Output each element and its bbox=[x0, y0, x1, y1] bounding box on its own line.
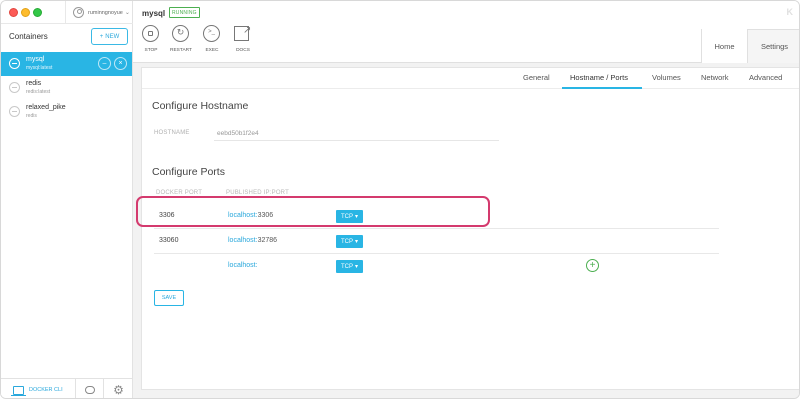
tab-home[interactable]: Home bbox=[701, 29, 747, 63]
protocol-dropdown[interactable]: TCP ▾ bbox=[336, 235, 364, 248]
container-status-icon bbox=[9, 82, 20, 93]
close-window-button[interactable] bbox=[9, 8, 18, 17]
port-row: 33060 localhost:32786 TCP ▾ bbox=[154, 229, 719, 254]
settings-subtabs: General Hostname / Ports Volumes Network… bbox=[142, 68, 799, 89]
container-item-relaxed-pike[interactable]: relaxed_pike redis bbox=[1, 100, 132, 124]
user-icon bbox=[73, 7, 84, 18]
tab-settings[interactable]: Settings bbox=[747, 29, 799, 63]
container-name: redis bbox=[26, 80, 42, 87]
titlebar: ruminngnoyue ⌄ bbox=[1, 1, 133, 24]
protocol-dropdown[interactable]: TCP ▾ bbox=[336, 260, 364, 273]
protocol-dropdown[interactable]: TCP ▾ bbox=[336, 210, 364, 223]
configure-hostname-title: Configure Hostname bbox=[152, 100, 249, 112]
docker-cli-icon bbox=[11, 385, 26, 396]
published-host: localhost bbox=[228, 237, 256, 244]
new-container-button[interactable]: + NEW bbox=[91, 28, 128, 45]
published-port: 32786 bbox=[257, 237, 278, 244]
container-item-redis[interactable]: redis redis:latest bbox=[1, 76, 132, 100]
port-row: 3306 localhost:3306 TCP ▾ bbox=[154, 204, 719, 229]
hostname-label: HOSTNAME bbox=[154, 130, 190, 136]
container-toolbar: mysql RUNNING K STOP ↻ RESTART >_ EXEC ↗… bbox=[133, 1, 799, 63]
published-address[interactable]: localhost: bbox=[228, 262, 258, 269]
containers-header: Containers + NEW bbox=[1, 24, 133, 51]
docs-label: DOCS bbox=[236, 48, 250, 53]
exec-button[interactable]: >_ EXEC bbox=[195, 25, 229, 57]
save-button[interactable]: SAVE bbox=[154, 290, 184, 306]
subtab-network[interactable]: Network bbox=[701, 73, 729, 82]
published-host: localhost bbox=[228, 262, 256, 269]
subtab-volumes[interactable]: Volumes bbox=[652, 73, 681, 82]
docker-cli-label: DOCKER CLI bbox=[29, 387, 63, 393]
docker-port-value: 3306 bbox=[159, 212, 175, 219]
container-status-icon bbox=[9, 58, 20, 69]
caret-down-icon: ▾ bbox=[355, 214, 359, 220]
container-image: mysql:latest bbox=[26, 65, 53, 71]
stop-icon bbox=[148, 31, 153, 36]
container-name: relaxed_pike bbox=[26, 104, 66, 111]
restart-icon: ↻ bbox=[176, 27, 185, 37]
subtab-hostname-ports[interactable]: Hostname / Ports bbox=[570, 73, 628, 82]
published-address[interactable]: localhost:32786 bbox=[228, 237, 277, 244]
exec-icon: >_ bbox=[208, 29, 215, 35]
app-window: ruminngnoyue ⌄ Containers + NEW mysql my… bbox=[0, 0, 800, 399]
container-name: mysql bbox=[26, 56, 45, 63]
new-button-label: NEW bbox=[105, 33, 120, 40]
docs-button[interactable]: ↗ DOCS bbox=[226, 25, 260, 57]
minimize-window-button[interactable] bbox=[21, 8, 30, 17]
sidebar-footer: DOCKER CLI ⚙ bbox=[1, 378, 132, 398]
subtab-general[interactable]: General bbox=[523, 73, 550, 82]
main-area: mysql RUNNING K STOP ↻ RESTART >_ EXEC ↗… bbox=[133, 1, 799, 398]
restart-label: RESTART bbox=[170, 48, 192, 53]
published-column-header: PUBLISHED IP:PORT bbox=[226, 190, 289, 196]
docker-cli-button[interactable]: DOCKER CLI bbox=[1, 379, 76, 398]
active-subtab-indicator bbox=[562, 87, 642, 89]
chat-icon bbox=[85, 386, 95, 394]
restart-button[interactable]: ↻ RESTART bbox=[164, 25, 198, 57]
plus-icon: + bbox=[99, 33, 104, 40]
user-menu[interactable]: ruminngnoyue ⌄ bbox=[65, 1, 133, 24]
zoom-window-button[interactable] bbox=[33, 8, 42, 17]
published-address[interactable]: localhost:3306 bbox=[228, 212, 273, 219]
remove-container-icon[interactable]: × bbox=[114, 57, 127, 70]
container-image: redis bbox=[26, 113, 37, 119]
caret-down-icon: ▾ bbox=[355, 239, 359, 245]
chevron-down-icon: ⌄ bbox=[124, 10, 130, 16]
add-port-icon[interactable]: + bbox=[586, 259, 599, 272]
sidebar: ruminngnoyue ⌄ Containers + NEW mysql my… bbox=[1, 1, 133, 398]
published-port: 3306 bbox=[257, 212, 274, 219]
docker-port-column-header: DOCKER PORT bbox=[156, 190, 203, 196]
feedback-button[interactable] bbox=[77, 379, 104, 398]
docs-icon: ↗ bbox=[234, 25, 251, 41]
status-badge: RUNNING bbox=[169, 7, 200, 18]
stop-container-icon[interactable]: – bbox=[98, 57, 111, 70]
configure-ports-title: Configure Ports bbox=[152, 166, 225, 178]
port-row-new: localhost: TCP ▾ + bbox=[154, 254, 719, 279]
container-status-icon bbox=[9, 106, 20, 117]
published-host: localhost bbox=[228, 212, 256, 219]
caret-down-icon: ▾ bbox=[355, 264, 359, 270]
stop-button[interactable]: STOP bbox=[134, 25, 168, 57]
kitematic-logo-icon: K bbox=[786, 7, 794, 17]
stop-label: STOP bbox=[144, 48, 158, 53]
exec-label: EXEC bbox=[205, 48, 219, 53]
settings-panel: General Hostname / Ports Volumes Network… bbox=[141, 67, 799, 390]
gear-icon: ⚙ bbox=[113, 383, 124, 397]
hostname-input[interactable] bbox=[214, 126, 499, 141]
container-title: mysql bbox=[142, 9, 166, 18]
docker-port-value: 33060 bbox=[159, 237, 179, 244]
container-image: redis:latest bbox=[26, 89, 51, 95]
preferences-button[interactable]: ⚙ bbox=[105, 379, 132, 398]
subtab-advanced[interactable]: Advanced bbox=[749, 73, 782, 82]
container-item-mysql[interactable]: mysql mysql:latest – × bbox=[1, 52, 132, 76]
containers-title: Containers bbox=[9, 32, 48, 41]
user-name: ruminngnoyue bbox=[88, 9, 123, 16]
